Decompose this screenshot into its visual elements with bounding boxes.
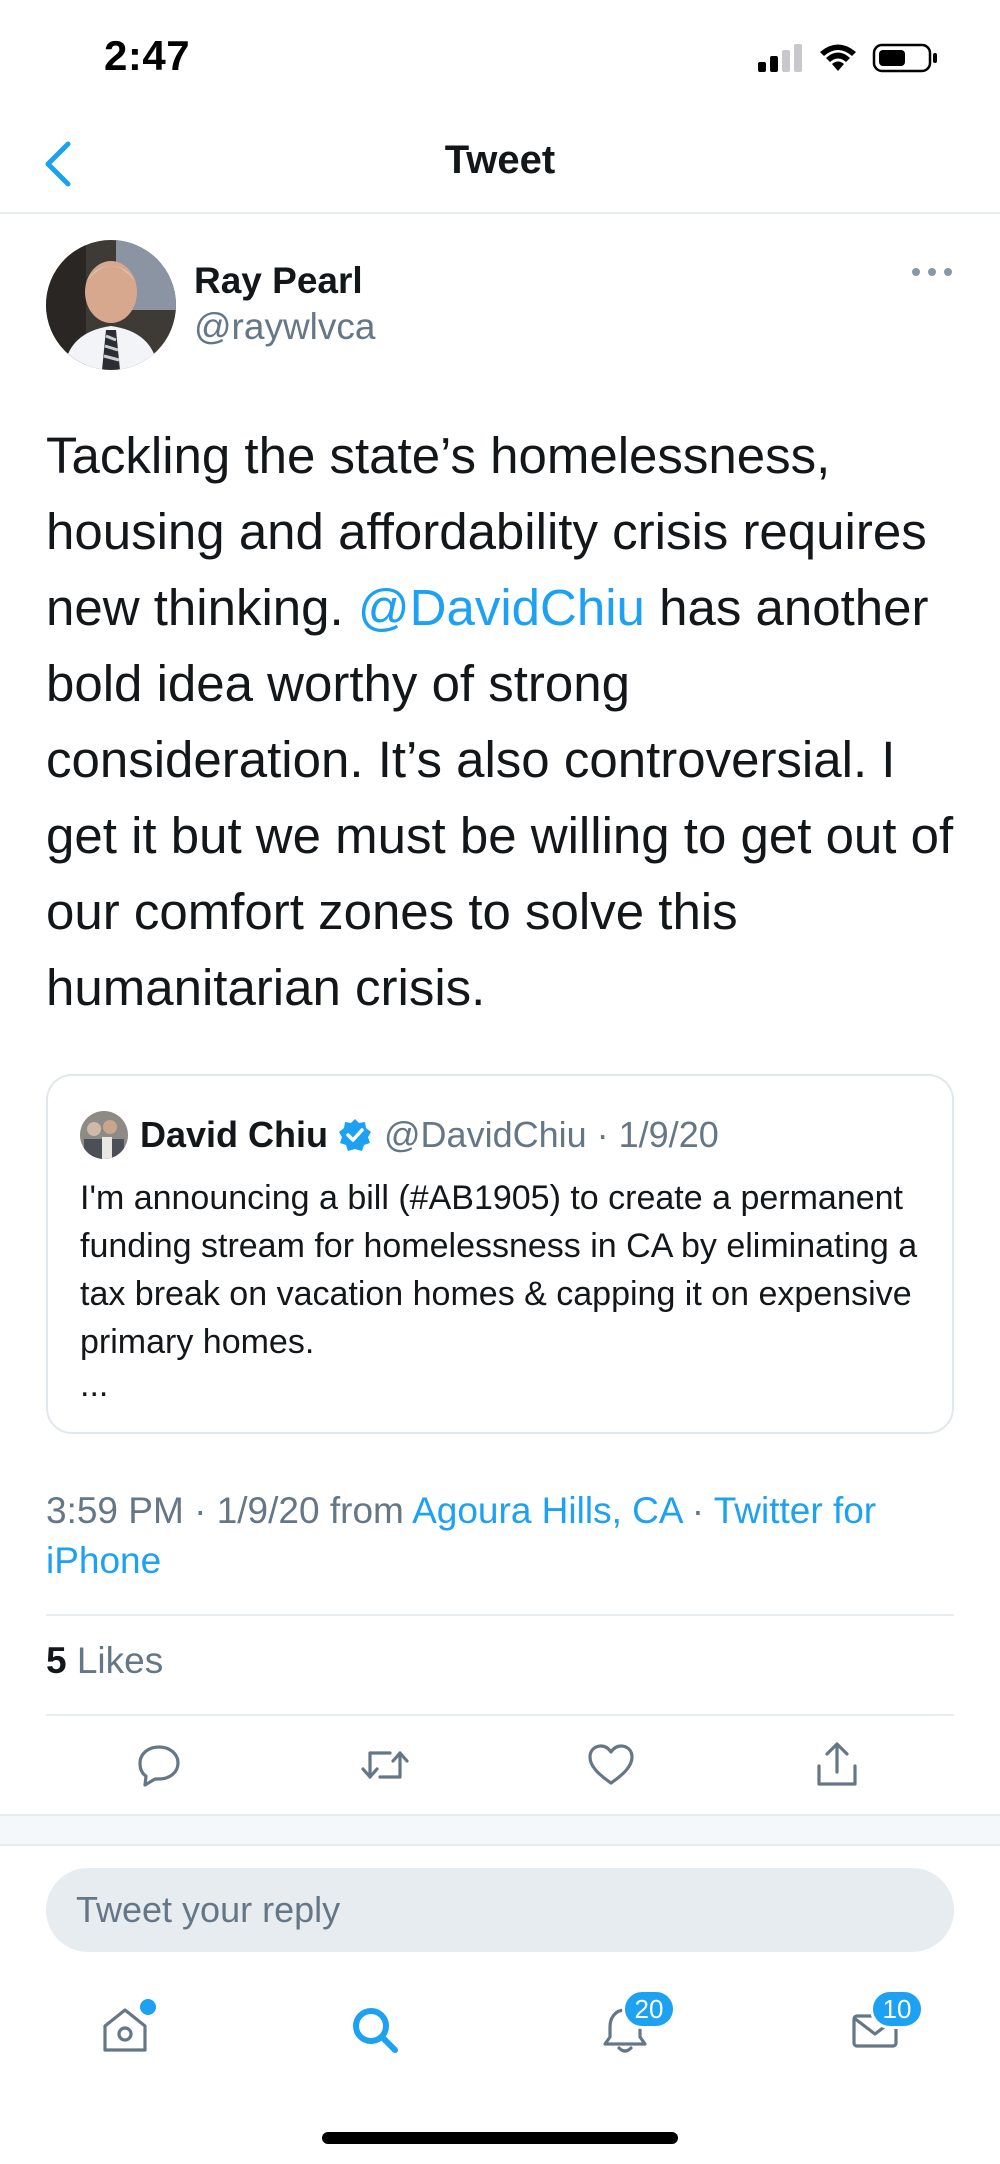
tab-bar: 20 10 (0, 1975, 1000, 2085)
tab-notifications[interactable]: 20 (570, 1975, 680, 2085)
quoted-tweet-ellipsis: ... (80, 1366, 109, 1404)
more-options-button[interactable] (910, 262, 954, 282)
share-button[interactable] (802, 1730, 872, 1800)
reply-input[interactable] (46, 1868, 954, 1952)
divider (46, 1614, 954, 1616)
tweet-actions (0, 1730, 1000, 1800)
wifi-icon (820, 44, 856, 71)
separator-dot: · (681, 1490, 714, 1531)
tweet-author: Ray Pearl @raywlvca (46, 240, 954, 370)
mention-link[interactable]: @DavidChiu (358, 579, 645, 636)
likes-number: 5 (46, 1640, 67, 1681)
quoted-tweet-header: David Chiu @DavidChiu · 1/9/20 (80, 1110, 719, 1160)
tweet-text-part: has another bold idea worthy of strong c… (46, 579, 954, 1016)
more-icon (912, 268, 952, 276)
tweet-time: 3:59 PM (46, 1490, 184, 1531)
location-link[interactable]: Agoura Hills, CA (412, 1490, 681, 1531)
reply-button[interactable] (124, 1730, 194, 1800)
tab-search[interactable] (320, 1975, 430, 2085)
page-title: Tweet (444, 138, 556, 182)
like-icon (588, 1744, 634, 1785)
status-icons (758, 40, 938, 76)
battery-icon (872, 43, 937, 73)
tweet-text: Tackling the state’s homelessness, housi… (46, 418, 961, 1026)
quoted-author-name: David Chiu (140, 1114, 329, 1155)
home-new-dot (140, 1999, 156, 2015)
nav-bar: Tweet (0, 112, 1000, 214)
status-bar: 2:47 (0, 0, 1000, 112)
status-time: 2:47 (104, 32, 191, 79)
notifications-badge: 20 (622, 1989, 676, 2029)
retweet-button[interactable] (350, 1730, 420, 1800)
verified-badge-icon (339, 1119, 372, 1151)
tweet-date: 1/9/20 (216, 1490, 320, 1531)
divider (46, 1714, 954, 1716)
separator-dot: · (183, 1490, 217, 1531)
separator-space (404, 1490, 412, 1531)
tab-home[interactable] (70, 1975, 180, 2085)
tab-messages[interactable]: 10 (820, 1975, 930, 2085)
likes-label: Likes (76, 1640, 164, 1681)
quoted-tweet[interactable]: David Chiu @DavidChiu · 1/9/20 I'm annou… (46, 1074, 954, 1434)
cellular-signal-icon (758, 44, 802, 72)
from-label: from (329, 1490, 404, 1531)
separator-space (320, 1490, 330, 1531)
messages-badge: 10 (870, 1989, 924, 2029)
author-avatar[interactable] (46, 240, 176, 370)
retweet-icon (361, 1751, 409, 1779)
quoted-author-handle: @DavidChiu (384, 1114, 587, 1155)
search-icon (353, 2008, 398, 2053)
quoted-author-avatar (80, 1111, 128, 1159)
separator-dot: · (586, 1114, 619, 1155)
tweet-meta: 3:59 PM · 1/9/20 from Agoura Hills, CA ·… (46, 1486, 961, 1586)
quoted-tweet-text: I'm announcing a bill (#AB1905) to creat… (80, 1179, 918, 1361)
reply-icon (138, 1745, 180, 1787)
section-divider (0, 1814, 1000, 1846)
share-icon (817, 1742, 857, 1786)
reply-bar (46, 1868, 954, 1952)
author-name[interactable]: Ray Pearl (194, 260, 363, 302)
like-button[interactable] (576, 1730, 646, 1800)
likes-count[interactable]: 5 Likes (46, 1640, 163, 1682)
author-handle[interactable]: @raywlvca (194, 306, 375, 348)
quoted-tweet-date: 1/9/20 (618, 1114, 719, 1155)
home-indicator[interactable] (322, 2132, 678, 2144)
